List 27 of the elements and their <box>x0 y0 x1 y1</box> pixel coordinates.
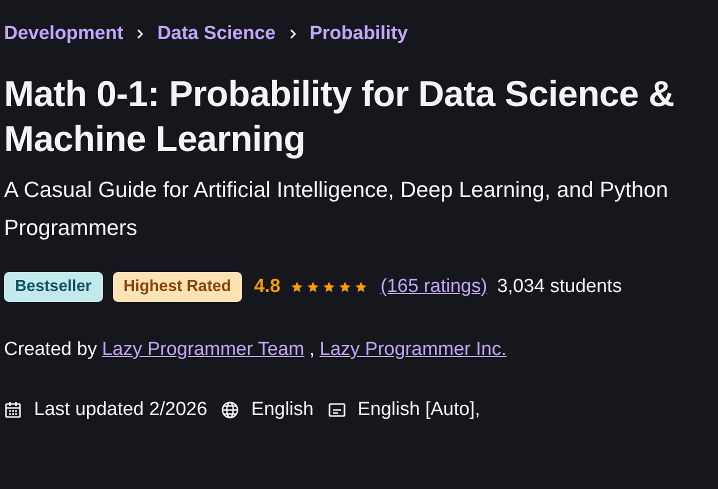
breadcrumb-link[interactable]: Data Science <box>157 23 276 45</box>
student-count: 3,034 students <box>497 276 622 298</box>
ratings-link[interactable]: (165 ratings) <box>380 276 488 298</box>
star-icon <box>322 281 334 293</box>
meta-text: English [Auto], <box>358 399 480 421</box>
captions-icon <box>328 401 346 419</box>
author-link[interactable]: Lazy Programmer Team <box>102 339 304 361</box>
globe-icon <box>221 401 240 419</box>
course-subtitle: A Casual Guide for Artificial Intelligence, Deep Learning, and Python Programmers <box>4 176 670 242</box>
chevron-icon <box>288 28 298 40</box>
star-icon <box>354 281 366 293</box>
course-badge: Bestseller <box>4 272 102 302</box>
calendar-icon <box>4 401 22 419</box>
course-title: Math 0-1: Probability for Data Science & Machine Learning <box>4 72 676 161</box>
meta-text: Last updated 2/2026 <box>34 399 208 421</box>
created-by-label: Created by <box>4 339 97 361</box>
chevron-icon <box>135 28 146 40</box>
author-link[interactable]: Lazy Programmer Inc. <box>320 339 507 361</box>
separator-text: , <box>309 339 315 361</box>
breadcrumb-link[interactable]: Development <box>4 23 124 45</box>
rating-value: 4.8 <box>254 276 280 298</box>
star-icon <box>338 281 350 293</box>
breadcrumb-link[interactable]: Probability <box>310 23 408 45</box>
star-icon <box>306 281 318 293</box>
course-badge: Highest Rated <box>112 272 242 302</box>
meta-text: English <box>251 399 314 421</box>
star-icon <box>290 281 302 293</box>
